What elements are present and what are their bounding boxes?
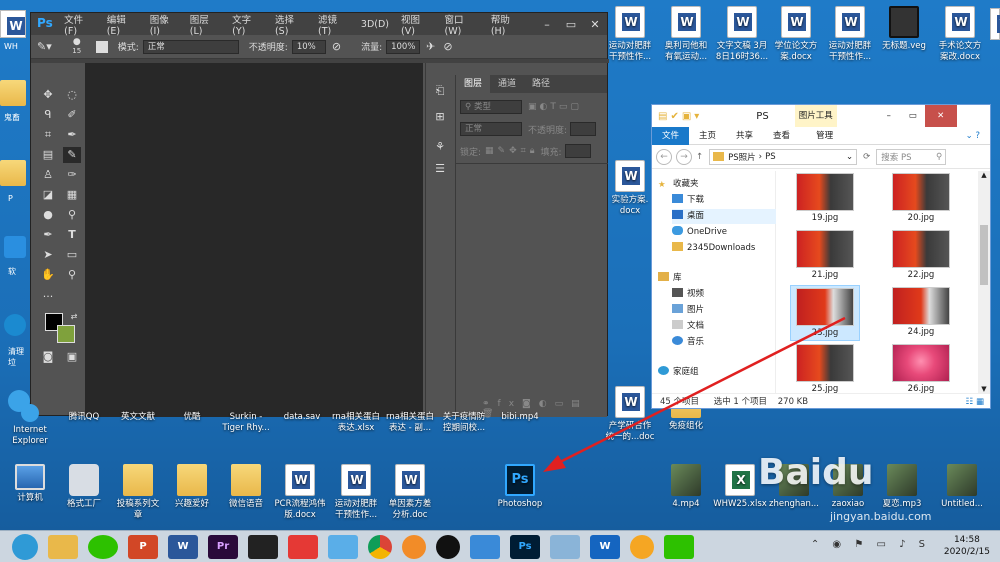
desktop-icon[interactable]: bibi.mp4: [490, 412, 550, 423]
explorer-taskbar-icon[interactable]: [48, 534, 78, 559]
folder-icon: [177, 464, 207, 496]
app-taskbar-icon[interactable]: [630, 534, 654, 559]
watermark-url: jingyan.baidu.com: [830, 510, 932, 523]
photoshop-shortcut[interactable]: Ps Photoshop: [490, 464, 550, 510]
powerpoint-taskbar-icon[interactable]: P: [128, 534, 158, 559]
word-doc-icon: [285, 464, 315, 496]
app-taskbar-icon[interactable]: [328, 534, 358, 559]
audio-file-icon: [887, 464, 917, 496]
wps-taskbar-icon[interactable]: W: [590, 534, 620, 559]
app-taskbar-icon[interactable]: [550, 534, 580, 559]
baidu-watermark-logo: Baidu: [758, 452, 874, 493]
video-file-icon: [947, 464, 977, 496]
desktop-icon[interactable]: 单因素方差 分析.doc: [380, 464, 440, 521]
folder-icon: [231, 464, 261, 496]
desktop-icon[interactable]: PCR流程鸿伟 版.docx: [270, 464, 330, 521]
wechat-taskbar-icon[interactable]: [88, 534, 118, 559]
folder-icon: [123, 464, 153, 496]
desktop-icon[interactable]: 关于疫情防 控期间校...: [434, 412, 494, 434]
desktop-icon[interactable]: 格式工厂: [54, 464, 114, 510]
computer-icon: [15, 464, 45, 490]
word-taskbar-icon[interactable]: W: [168, 534, 198, 559]
desktop-icon[interactable]: 腾讯QQ: [54, 412, 114, 423]
desktop-icon[interactable]: 夏恋.mp3: [872, 464, 932, 510]
video-file-icon: [671, 464, 701, 496]
desktop-icon[interactable]: data.sav: [272, 412, 332, 423]
desktop-icon[interactable]: Untitled...: [932, 464, 992, 510]
desktop-icon[interactable]: 微信语音: [216, 464, 276, 510]
desktop-icon[interactable]: 英文文献: [108, 412, 168, 423]
desktop-icon[interactable]: 计算机: [0, 464, 60, 504]
app-taskbar-icon[interactable]: [288, 534, 318, 559]
app-taskbar-icon[interactable]: [664, 534, 694, 559]
clock-time: 14:58: [953, 535, 980, 545]
taskbar: P W Pr Ps W ⌃ ◉ ⚑ ▭ ♪ S 14:58 2020/2/15: [0, 530, 1000, 562]
desktop-icon[interactable]: rna相关蛋白 表达.xlsx: [326, 412, 386, 434]
word-doc-icon: [395, 464, 425, 496]
desktop-icon[interactable]: 运动对肥胖 干预性作...: [326, 464, 386, 521]
desktop-icon[interactable]: Surkin - Tiger Rhy...: [216, 412, 276, 434]
desktop-icon[interactable]: 4.mp4: [656, 464, 716, 510]
desktop-icon[interactable]: 兴趣爱好: [162, 464, 222, 510]
qq-taskbar-icon[interactable]: [436, 534, 460, 559]
video-editor-taskbar-icon[interactable]: [248, 534, 278, 559]
premiere-taskbar-icon[interactable]: Pr: [208, 534, 238, 559]
system-tray[interactable]: ⌃ ◉ ⚑ ▭ ♪ S: [811, 539, 930, 550]
clock-date: 2020/2/15: [943, 547, 990, 557]
chrome-taskbar-icon[interactable]: [368, 534, 392, 559]
desktop-icon[interactable]: 投稿系列文 章: [108, 464, 168, 521]
start-button[interactable]: [12, 533, 38, 560]
taskbar-clock[interactable]: 14:58 2020/2/15: [944, 534, 990, 558]
photoshop-taskbar-icon[interactable]: Ps: [510, 534, 540, 559]
desktop-icon[interactable]: Internet Explorer: [0, 404, 60, 447]
word-doc-icon: [341, 464, 371, 496]
desktop-icon[interactable]: 优酷: [162, 412, 222, 423]
app-taskbar-icon[interactable]: [402, 534, 426, 559]
format-factory-icon: [69, 464, 99, 496]
photoshop-icon: Ps: [505, 464, 535, 496]
excel-doc-icon: [725, 464, 755, 496]
app-taskbar-icon[interactable]: [470, 534, 500, 559]
desktop-icon[interactable]: rna相关蛋白 表达 - 副...: [380, 412, 440, 434]
internet-explorer-icon: [21, 404, 39, 422]
